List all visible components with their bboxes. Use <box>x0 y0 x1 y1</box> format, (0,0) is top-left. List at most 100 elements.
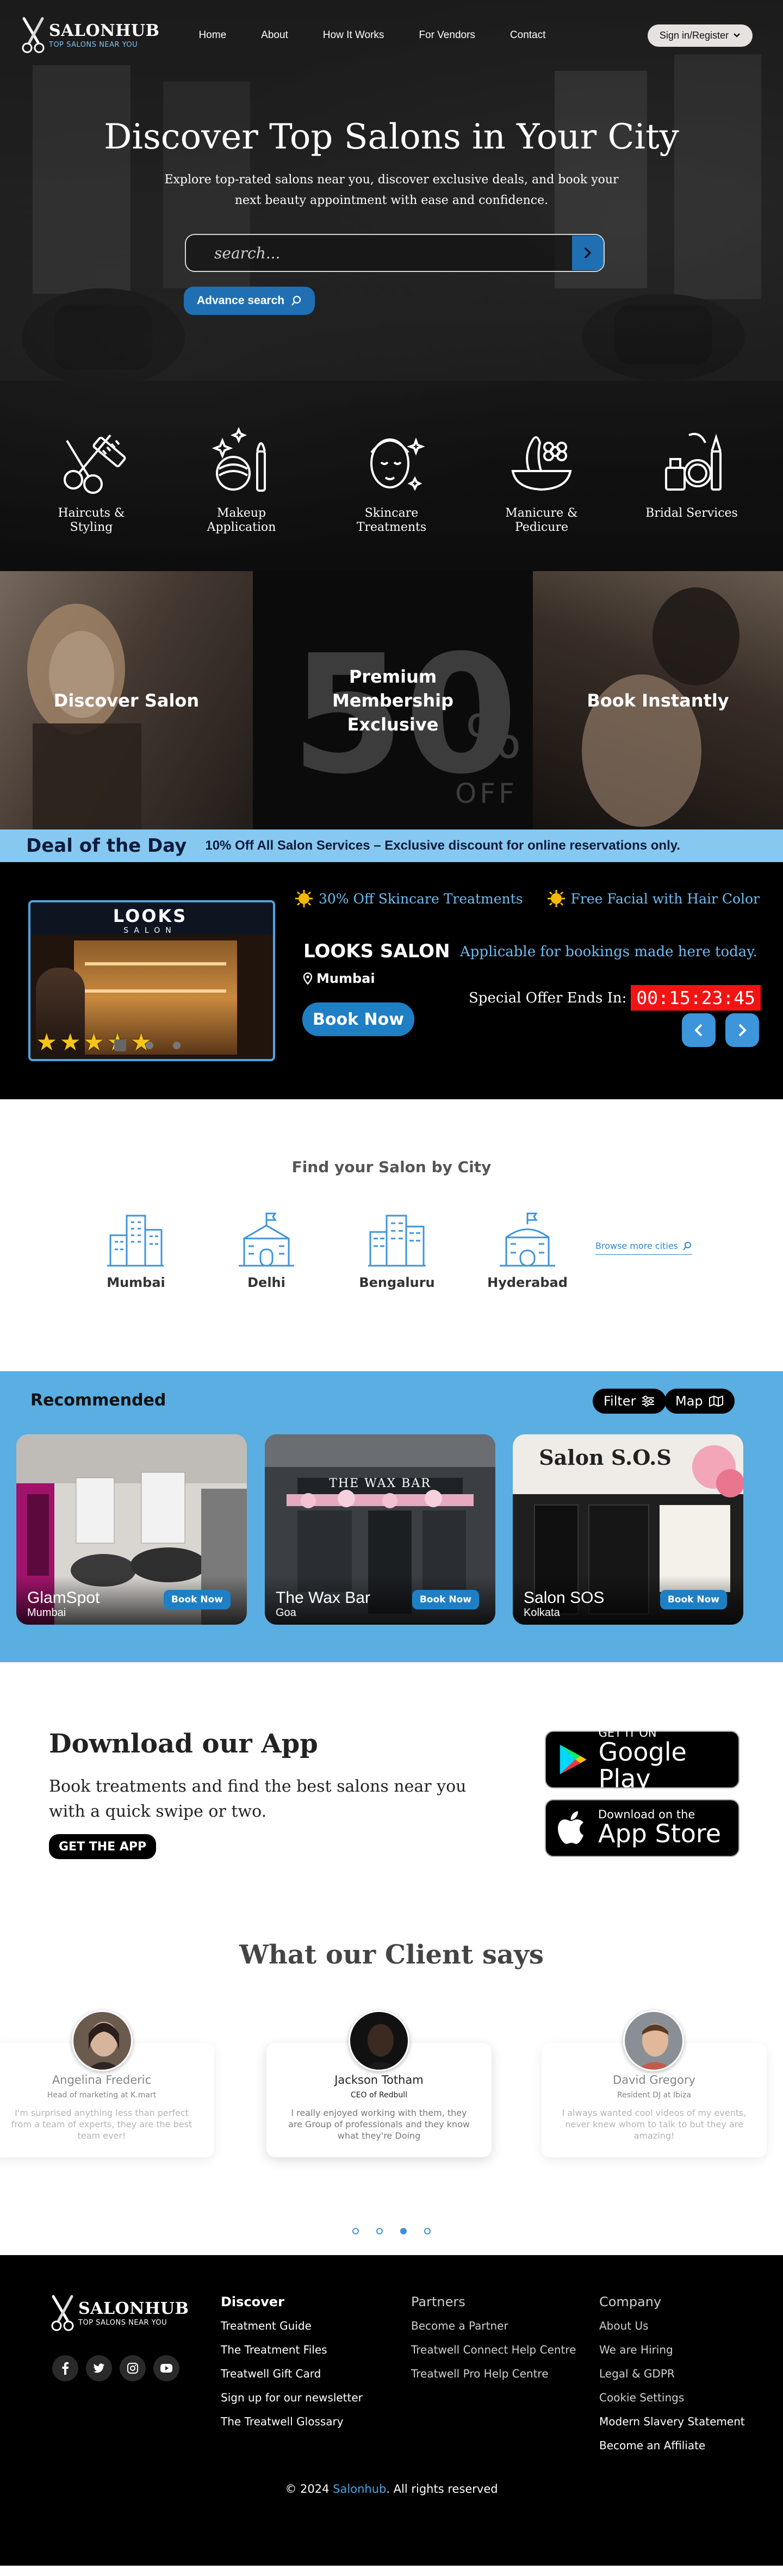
footer-link[interactable]: We are Hiring <box>599 2343 745 2356</box>
book-now-button[interactable]: Book Now <box>163 1590 231 1609</box>
search-input[interactable] <box>214 244 572 262</box>
nav-for-vendors[interactable]: For Vendors <box>401 24 493 47</box>
nav-about[interactable]: About <box>244 24 306 47</box>
navbar: SALONHUB TOP SALONS NEAR YOU Home About … <box>0 0 783 71</box>
carousel-dot[interactable] <box>173 1042 181 1049</box>
filter-label: Filter <box>604 1394 636 1409</box>
city-hyderabad[interactable]: Hyderabad <box>462 1208 593 1290</box>
promo-discover-label: Discover Salon <box>53 690 200 711</box>
city-mumbai[interactable]: Mumbai <box>71 1208 201 1290</box>
app-store-badge[interactable]: Download on the App Store <box>545 1799 739 1857</box>
filter-button[interactable]: Filter <box>593 1389 667 1414</box>
carousel-dot-active[interactable] <box>400 2228 407 2234</box>
map-label: Map <box>675 1394 703 1409</box>
carousel-dot[interactable] <box>376 2228 383 2234</box>
brand-logo[interactable]: SALONHUB TOP SALONS NEAR YOU <box>21 16 159 54</box>
testimonial-role: Head of marketing at K.mart <box>47 2091 157 2100</box>
youtube-icon <box>160 2364 172 2373</box>
footer-link[interactable]: The Treatwell Glossary <box>221 2415 363 2428</box>
footer-logo[interactable]: SALONHUB TOP SALONS NEAR YOU <box>50 2294 189 2332</box>
city-delhi[interactable]: Delhi <box>201 1208 332 1290</box>
footer-link[interactable]: Legal & GDPR <box>599 2367 745 2380</box>
book-now-button[interactable]: Book Now <box>660 1590 727 1609</box>
twitter-link[interactable] <box>86 2355 112 2381</box>
carousel-dot[interactable] <box>146 1042 153 1049</box>
deal-salon-location: Mumbai <box>303 971 375 986</box>
store-shelf <box>85 962 226 965</box>
google-play-big: Google Play <box>598 1737 687 1793</box>
twitter-icon <box>94 2363 104 2373</box>
browse-more-cities-link[interactable]: Browse more cities <box>595 1241 693 1255</box>
footer-link[interactable]: About Us <box>599 2319 745 2332</box>
footer-link[interactable]: Treatwell Gift Card <box>221 2367 363 2380</box>
deal-salon-image[interactable]: LOOKS SALON ★ ★ ★ ★ ★ <box>28 900 275 1061</box>
city-bengaluru[interactable]: Bengaluru <box>332 1208 462 1290</box>
deal-next-button[interactable] <box>725 1013 759 1047</box>
app-title: Download our App <box>49 1729 318 1759</box>
footer-link[interactable]: Modern Slavery Statement <box>599 2415 745 2428</box>
sun-badge-icon <box>547 890 565 907</box>
deal-book-now-button[interactable]: Book Now <box>302 1002 414 1036</box>
nail-bowl-icon <box>511 436 572 491</box>
nav-home[interactable]: Home <box>181 24 244 47</box>
footer-heading: Company <box>599 2294 662 2309</box>
nav-contact[interactable]: Contact <box>493 24 563 47</box>
footer-link[interactable]: Sign up for our newsletter <box>221 2391 363 2404</box>
service-haircuts[interactable]: Haircuts & Styling <box>37 419 146 535</box>
chevron-left-icon <box>694 1024 703 1037</box>
salon-card[interactable]: GlamSpot Mumbai Book Now <box>16 1434 247 1625</box>
deal-carousel-dots <box>114 1039 181 1051</box>
scissors-logo-icon <box>22 17 45 53</box>
browse-more-label: Browse more cities <box>595 1241 679 1251</box>
search-submit-button[interactable] <box>572 236 604 270</box>
nav-how-it-works[interactable]: How It Works <box>306 24 402 47</box>
footer-link[interactable]: Become an Affiliate <box>599 2439 745 2452</box>
promo-membership[interactable]: 50 % OFF Premium Membership Exclusive <box>253 571 533 829</box>
nav-links: Home About How It Works For Vendors Cont… <box>181 24 563 47</box>
carousel-dot-active[interactable] <box>114 1039 126 1051</box>
footer-link[interactable]: Cookie Settings <box>599 2391 745 2404</box>
offer-item: Free Facial with Hair Color <box>547 889 760 908</box>
service-label: Bridal Services <box>645 506 738 520</box>
brand-name: SALONHUB <box>49 21 160 40</box>
star-icon: ★ <box>83 1029 105 1056</box>
get-the-app-button[interactable]: GET THE APP <box>49 1834 157 1859</box>
advanced-search-button[interactable]: Advance search <box>184 287 315 315</box>
salon-city: Kolkata <box>524 1607 560 1619</box>
service-makeup[interactable]: Makeup Application <box>187 419 296 535</box>
chevron-down-icon <box>734 33 740 38</box>
footer-link[interactable]: Treatwell Pro Help Centre <box>411 2367 576 2380</box>
youtube-link[interactable] <box>153 2355 179 2381</box>
testimonial-role: Resident DJ at Ibiza <box>617 2091 691 2100</box>
deal-countdown-row: Special Offer Ends In: 00:15:23:45 <box>469 985 761 1011</box>
book-now-button[interactable]: Book Now <box>412 1590 479 1609</box>
promo-book-instantly[interactable]: Book Instantly <box>533 571 783 829</box>
promo-discover-salon[interactable]: Discover Salon <box>0 571 253 829</box>
service-manicure[interactable]: Manicure & Pedicure <box>487 419 596 535</box>
carousel-dot[interactable] <box>352 2228 359 2234</box>
footer-link[interactable]: Treatment Guide <box>221 2319 363 2332</box>
service-bridal[interactable]: Bridal Services <box>637 419 746 535</box>
promo-strip: Discover Salon 50 % OFF Premium Membersh… <box>0 571 783 829</box>
footer-link[interactable]: Become a Partner <box>411 2319 576 2332</box>
salon-card[interactable]: Salon S.O.S Salon SOS Kolkata Book Now <box>513 1434 743 1625</box>
footer-link[interactable]: Treatwell Connect Help Centre <box>411 2343 576 2356</box>
footer-col-discover: Discover Treatment Guide The Treatment F… <box>221 2294 363 2439</box>
instagram-link[interactable] <box>120 2355 146 2381</box>
carousel-dot[interactable] <box>424 2228 431 2234</box>
apple-icon <box>558 1811 583 1844</box>
deal-prev-button[interactable] <box>682 1013 716 1047</box>
signin-register-button[interactable]: Sign in/Register <box>647 24 753 47</box>
facebook-icon <box>62 2362 69 2375</box>
footer-link[interactable]: The Treatment Files <box>221 2343 363 2356</box>
footer-heading: Partners <box>411 2294 465 2309</box>
facebook-link[interactable] <box>52 2355 78 2381</box>
service-skincare[interactable]: Skincare Treatments <box>337 419 446 535</box>
testimonials-section: What our Client says Angelina Frederic H… <box>0 1940 783 2255</box>
google-play-badge[interactable]: GET IT ON Google Play <box>545 1727 739 1792</box>
map-button[interactable]: Map <box>664 1389 735 1414</box>
city-list: Mumbai Delhi Bengaluru Hyderabad <box>71 1208 593 1290</box>
copyright-brand-link[interactable]: Salonhub <box>333 2482 386 2496</box>
salon-card[interactable]: THE WAX BAR The Wax Bar Goa Book Now <box>265 1434 495 1625</box>
scissors-comb-icon <box>64 434 126 494</box>
